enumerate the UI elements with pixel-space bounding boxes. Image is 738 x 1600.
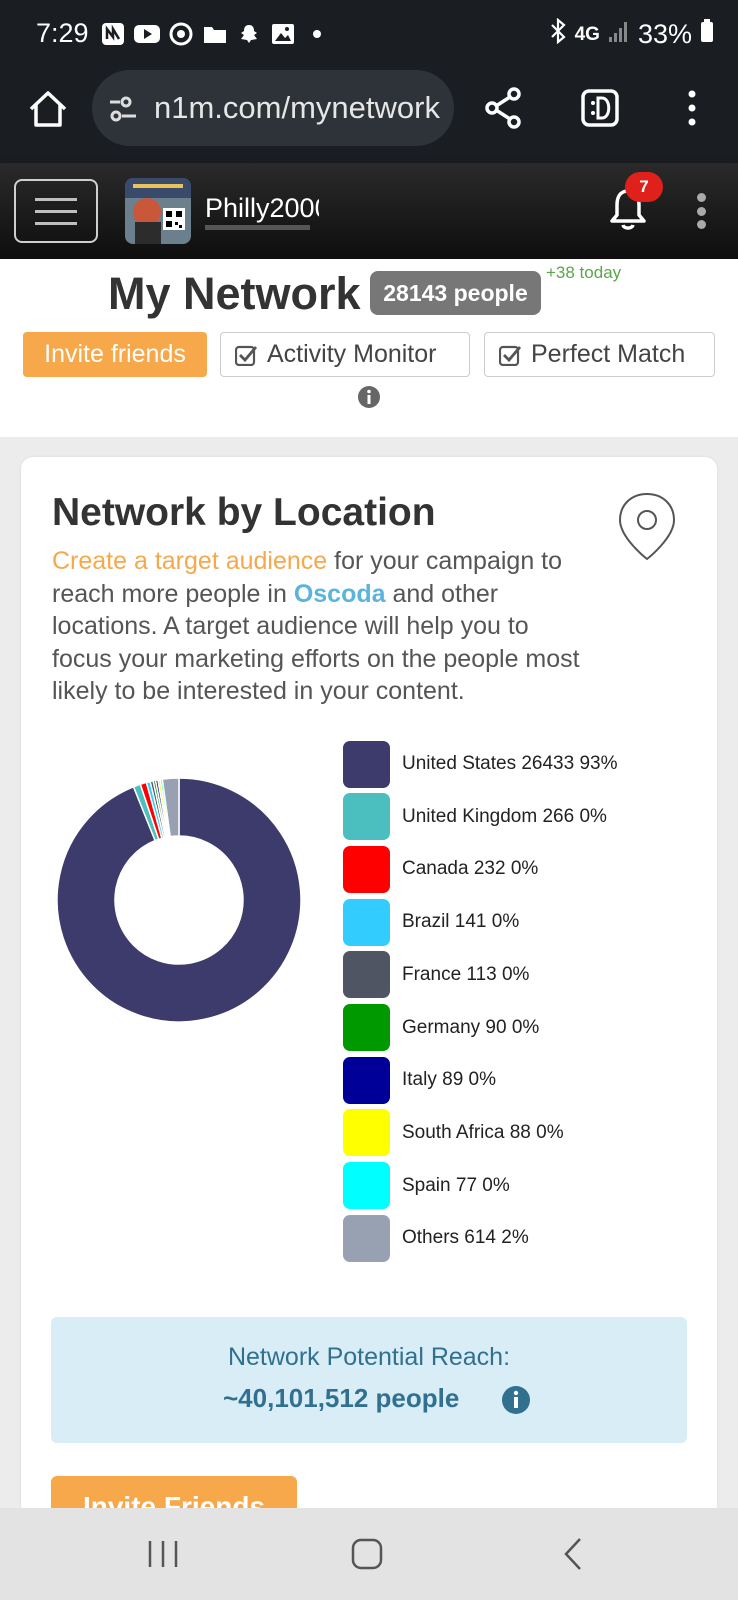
tabs-icon[interactable] (578, 86, 622, 130)
tune-icon[interactable] (108, 94, 138, 124)
info-icon[interactable] (501, 1385, 531, 1415)
legend-item: Brazil 141 0% (343, 898, 520, 946)
bluetooth-icon (549, 17, 567, 51)
legend-item: South Africa 88 0% (343, 1109, 564, 1157)
legend-swatch (343, 1056, 390, 1104)
legend-label: South Africa 88 0% (402, 1121, 564, 1143)
battery-percent: 33% (637, 19, 692, 49)
perfect-match-label: Perfect Match (531, 340, 686, 368)
browser-toolbar: n1m.com/mynetwork (0, 70, 738, 163)
share-icon[interactable] (482, 86, 526, 130)
location-donut-chart (56, 777, 302, 1023)
reach-label: Network Potential Reach: (227, 1343, 511, 1371)
activity-monitor-label: Activity Monitor (267, 340, 437, 368)
legend-swatch (343, 1109, 390, 1157)
avatar[interactable] (125, 178, 191, 244)
signal-icon (608, 19, 630, 50)
home-icon[interactable] (26, 87, 70, 131)
youtube-icon (134, 22, 160, 46)
legend-item: Others 614 2% (343, 1214, 529, 1262)
n1m-app-icon (100, 22, 126, 46)
network-type: 4G (574, 23, 600, 45)
invite-friends-button[interactable]: Invite friends (23, 332, 207, 377)
card-title: Network by Location (52, 491, 436, 534)
legend-swatch (343, 1004, 390, 1051)
info-icon[interactable] (357, 385, 381, 409)
legend-item: United Kingdom 266 0% (343, 793, 607, 841)
legend-label: Italy 89 0% (402, 1069, 496, 1091)
network-by-location-card: Network by Location Create a target audi… (21, 457, 717, 1557)
page-header: My Network 28143 people +38 today Invite… (0, 259, 738, 437)
legend-label: United States 26433 93% (402, 753, 618, 774)
chrome-icon (168, 22, 194, 46)
legend-item: Canada 232 0% (343, 845, 539, 893)
legend-label: Brazil 141 0% (402, 911, 520, 933)
network-reach-box: Network Potential Reach: ~40,101,512 peo… (51, 1317, 687, 1443)
checkbox-icon (498, 344, 522, 366)
more-vert-icon[interactable] (684, 86, 700, 130)
folder-icon (202, 22, 228, 46)
location-link[interactable]: Oscoda (294, 580, 386, 608)
notification-badge[interactable]: 7 (625, 172, 663, 202)
legend-swatch (343, 740, 390, 788)
location-pin-icon[interactable] (616, 491, 678, 563)
status-notification-icons (100, 22, 330, 46)
reach-value: ~40,101,512 people (223, 1383, 460, 1413)
status-right: 4G 33% (549, 17, 714, 51)
perfect-match-button[interactable]: Perfect Match (484, 332, 715, 377)
people-count-badge: 28143 people (370, 271, 541, 315)
gallery-icon (270, 22, 296, 46)
hamburger-menu-button[interactable] (14, 179, 98, 243)
legend-label: France 113 0% (402, 963, 530, 985)
today-delta: +38 today (546, 263, 622, 282)
legend-item: Spain 77 0% (343, 1162, 510, 1210)
home-nav-icon[interactable] (350, 1536, 384, 1572)
site-more-icon[interactable] (694, 193, 708, 229)
checkbox-icon (234, 344, 258, 366)
legend-swatch (343, 1214, 390, 1262)
more-notifications-dot (304, 22, 330, 46)
legend-item: United States 26433 93% (343, 740, 618, 788)
card-description: Create a target audience for your campai… (52, 547, 580, 705)
battery-icon (700, 19, 714, 50)
legend-item: France 113 0% (343, 951, 530, 999)
legend-item: Italy 89 0% (343, 1056, 496, 1104)
snapchat-icon (236, 22, 262, 46)
recent-apps-icon[interactable] (146, 1538, 180, 1570)
back-icon[interactable] (560, 1536, 586, 1572)
activity-monitor-button[interactable]: Activity Monitor (220, 332, 470, 377)
legend-swatch (343, 793, 390, 841)
legend-swatch (343, 845, 390, 893)
legend-label: Others 614 2% (402, 1227, 529, 1249)
legend-swatch (343, 1162, 390, 1210)
address-bar[interactable]: n1m.com/mynetwork (92, 70, 454, 146)
legend-label: Spain 77 0% (402, 1174, 510, 1196)
username[interactable]: Philly2000 (205, 193, 319, 224)
status-time: 7:29 (36, 18, 89, 48)
create-target-audience-link[interactable]: Create a target audience (52, 547, 327, 575)
legend-label: Canada 232 0% (402, 858, 539, 880)
legend-swatch (343, 898, 390, 946)
page-title: My Network (108, 268, 361, 319)
status-bar: 7:29 4G 33% (0, 0, 738, 70)
username-underline (205, 225, 310, 230)
legend-swatch (343, 951, 390, 999)
legend-label: Germany 90 0% (402, 1016, 540, 1038)
system-nav-bar (0, 1508, 738, 1600)
legend-item: Germany 90 0% (343, 1004, 540, 1051)
url-text[interactable]: n1m.com/mynetwork (154, 90, 440, 126)
legend-label: United Kingdom 266 0% (402, 805, 607, 827)
site-header: Philly2000 7 (0, 163, 738, 259)
